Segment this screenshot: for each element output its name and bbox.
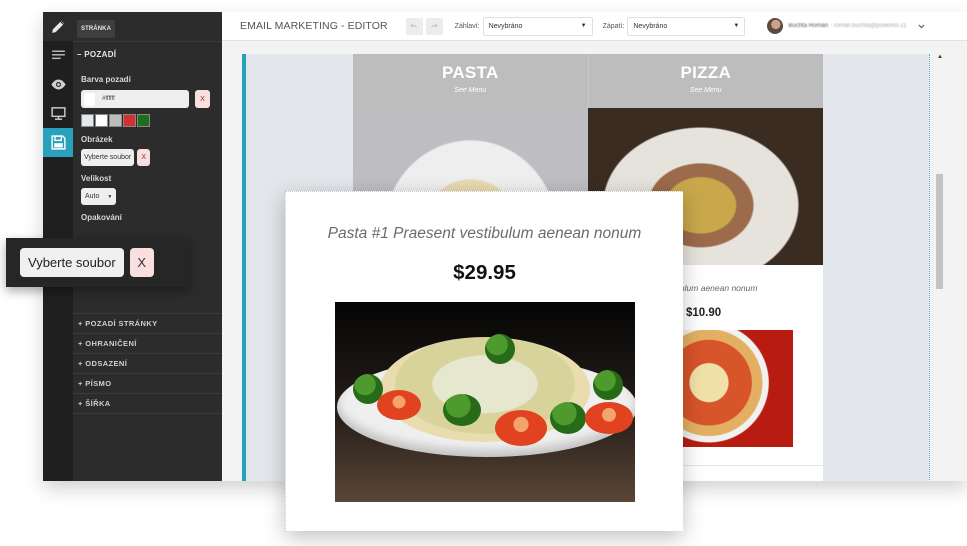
redo-icon (430, 23, 438, 29)
clear-image-button[interactable]: X (137, 149, 151, 166)
category-title: PIZZA (680, 63, 732, 82)
chevron-down-icon[interactable] (917, 22, 926, 31)
redo-button[interactable] (425, 17, 443, 35)
file-picker-popover: Vyberte soubor X (6, 238, 190, 287)
section-width[interactable]: + ŠÍŘKA (73, 393, 222, 414)
layout-tool-button[interactable] (43, 41, 73, 70)
tomato-shape (377, 390, 421, 420)
edit-tool-button[interactable] (43, 12, 73, 41)
clear-color-button[interactable]: X (195, 90, 210, 108)
scroll-up-icon[interactable]: ▲ (934, 54, 946, 64)
background-color-input[interactable]: #ffffff (81, 90, 189, 108)
header-select[interactable]: Nevybráno ▼ (482, 16, 593, 36)
color-swatches (73, 108, 222, 127)
canvas-edge-guide (929, 54, 930, 481)
header-value: Nevybráno (488, 22, 523, 30)
pencil-icon (51, 20, 64, 33)
category-title: PASTA (441, 63, 499, 82)
broccoli-shape (443, 394, 481, 426)
choose-file-button-zoomed[interactable]: Vyberte soubor (20, 248, 124, 277)
app-title: EMAIL MARKETING - EDITOR (240, 20, 388, 32)
category-pasta[interactable]: PASTA See Menu (353, 54, 589, 108)
color-preview[interactable] (84, 92, 95, 106)
swatch[interactable] (109, 114, 122, 127)
preview-button[interactable] (43, 70, 73, 99)
user-menu[interactable]: Buchta Roman - roman.buchta@poworks.cz (767, 18, 925, 34)
product-price: $29.95 (453, 261, 516, 284)
broccoli-shape (485, 334, 515, 364)
tab-page[interactable]: STRÁNKA (77, 20, 116, 38)
swatch[interactable] (95, 114, 108, 127)
section-border[interactable]: + OHRANIČENÍ (73, 333, 222, 353)
undo-button[interactable] (405, 17, 423, 35)
user-email: - roman.buchta@poworks.cz (830, 23, 907, 29)
background-color-value: #ffffff (102, 96, 115, 102)
avatar (767, 18, 784, 34)
section-background-header[interactable]: – POZADÍ (73, 42, 222, 67)
footer-label: Zápatí: (602, 22, 625, 30)
section-page-background[interactable]: + POZADÍ STRÁNKY (73, 313, 222, 333)
save-button[interactable] (43, 128, 73, 157)
pizza-item-price: $10.90 (686, 307, 722, 319)
product-card-preview[interactable]: Pasta #1 Praesent vestibulum aenean nonu… (285, 191, 683, 531)
size-label: Velikost (81, 174, 112, 183)
image-label: Obrázek (81, 135, 113, 144)
clear-image-button-zoomed[interactable]: X (129, 248, 154, 277)
category-link[interactable]: See Menu (353, 87, 588, 94)
footer-select[interactable]: Nevybráno ▼ (627, 16, 746, 36)
category-link[interactable]: See Menu (589, 87, 824, 94)
swatch[interactable] (81, 114, 94, 127)
save-icon (50, 135, 66, 150)
section-padding[interactable]: + ODSAZENÍ (73, 353, 222, 373)
swatch[interactable] (123, 114, 136, 127)
product-title: Pasta #1 Praesent vestibulum aenean nonu… (327, 225, 642, 242)
tomato-shape (585, 402, 633, 434)
undo-icon (410, 23, 418, 29)
tomato-shape (495, 410, 547, 446)
user-name: Buchta Roman (788, 23, 829, 29)
lines-icon (51, 50, 65, 60)
product-image[interactable] (335, 302, 635, 502)
caret-down-icon: ▼ (580, 23, 587, 29)
scrollbar[interactable]: ▲ (934, 54, 946, 481)
background-color-label: Barva pozadí (81, 75, 131, 84)
size-value: Auto (85, 193, 100, 200)
choose-file-button[interactable]: Vyberte soubor (81, 149, 135, 166)
size-select[interactable]: Auto ▼ (81, 188, 117, 205)
header-label: Záhlaví: (454, 22, 480, 30)
caret-down-icon: ▼ (107, 193, 113, 200)
monitor-icon (50, 107, 66, 120)
top-bar: EMAIL MARKETING - EDITOR Záhlaví: Nevybr… (222, 12, 967, 41)
broccoli-shape (593, 370, 623, 400)
desktop-view-button[interactable] (43, 99, 73, 128)
collapsed-sections: + POZADÍ STRÁNKY + OHRANIČENÍ + ODSAZENÍ… (73, 313, 222, 414)
repeat-label: Opakování (81, 213, 122, 222)
broccoli-shape (550, 402, 586, 434)
section-font[interactable]: + PÍSMO (73, 373, 222, 393)
footer-value: Nevybráno (633, 22, 668, 30)
scroll-thumb[interactable] (936, 174, 943, 289)
caret-down-icon: ▼ (733, 23, 740, 29)
eye-icon (50, 79, 66, 90)
swatch[interactable] (137, 114, 150, 127)
category-pizza[interactable]: PIZZA See Menu (589, 54, 824, 108)
